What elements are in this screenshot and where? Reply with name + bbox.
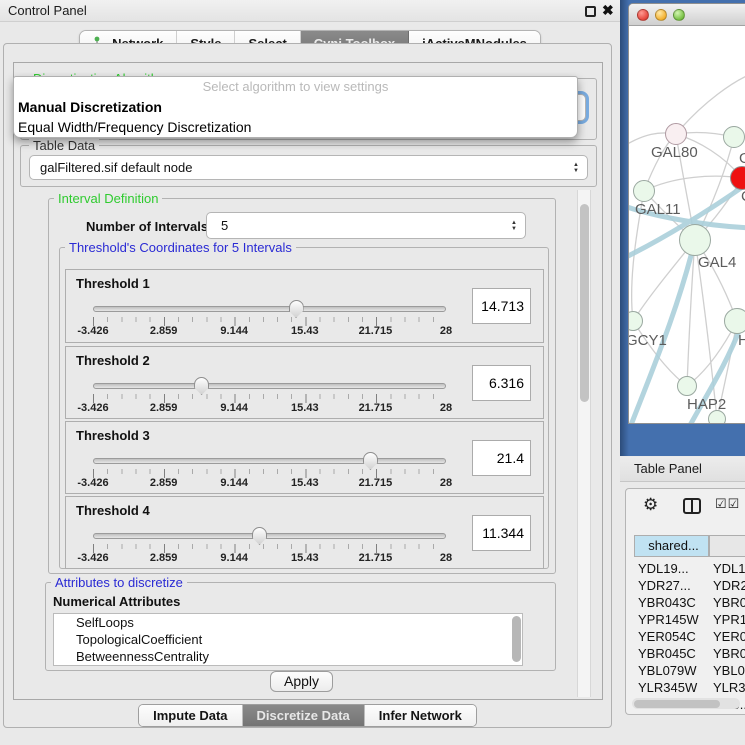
- node-table: shared... n... YDL19...YDL1... YDR27...Y…: [634, 535, 745, 713]
- tab-discretize-data[interactable]: Discretize Data: [243, 705, 365, 726]
- node-label: G: [739, 150, 745, 167]
- algorithm-dropdown-popup: Select algorithm to view settings Manual…: [13, 76, 578, 138]
- threshold-1-value-field[interactable]: 14.713: [472, 288, 531, 324]
- column-header-shared-name[interactable]: shared...: [634, 535, 709, 557]
- node-label: GCY1: [629, 332, 667, 349]
- combo-arrows-icon: ▲▼: [503, 220, 525, 232]
- threshold-4-slider-thumb[interactable]: [252, 527, 267, 545]
- threshold-2-slider[interactable]: [93, 383, 446, 389]
- table-row[interactable]: YLR345WYLR3...: [634, 679, 745, 696]
- numerical-attributes-list[interactable]: SelfLoops TopologicalCoefficient Between…: [53, 613, 523, 666]
- node-label: GAL11: [635, 201, 681, 218]
- network-window[interactable]: GAL80 G C GAL11 GAL4 GCY1 H HAP2: [628, 3, 745, 424]
- gear-icon[interactable]: ⚙: [643, 495, 658, 515]
- tab-impute-data[interactable]: Impute Data: [139, 705, 242, 726]
- select-columns-checkboxes-icon[interactable]: ☑☑: [715, 496, 740, 512]
- table-horizontal-scrollbar[interactable]: [632, 698, 740, 709]
- network-node-gal4[interactable]: [679, 224, 711, 256]
- list-item[interactable]: BetweennessCentrality: [54, 648, 522, 665]
- table-row[interactable]: YDR27...YDR2...: [634, 577, 745, 594]
- threshold-1-slider[interactable]: [93, 306, 446, 312]
- network-window-frame[interactable]: GAL80 G C GAL11 GAL4 GCY1 H HAP2: [620, 0, 745, 456]
- interval-definition-title: Interval Definition: [54, 191, 162, 206]
- table-data-title: Table Data: [29, 138, 99, 153]
- tab-infer-network[interactable]: Infer Network: [365, 705, 476, 726]
- table-row[interactable]: YDL19...YDL1...: [634, 560, 745, 577]
- network-node-hap2[interactable]: [677, 376, 697, 396]
- threshold-3-card: Threshold 3 -3.426 2.859 9.144 15.43 21.…: [65, 421, 544, 494]
- table-panel-body: ⚙ ☑☑ shared... n... YDL19...YDL1... YDR2…: [625, 488, 745, 715]
- threshold-1-card: Threshold 1 -3.426 2.859 9.144 15.43 21.…: [65, 269, 544, 343]
- table-horizontal-scrollbar-thumb[interactable]: [634, 700, 720, 708]
- table-row[interactable]: YBR045CYBR0...: [634, 645, 745, 662]
- network-node[interactable]: [723, 126, 745, 148]
- numerical-attributes-label: Numerical Attributes: [53, 594, 180, 609]
- apply-button[interactable]: Apply: [270, 671, 333, 692]
- column-header-name[interactable]: n...: [709, 535, 745, 557]
- dropdown-option-equal-width[interactable]: Equal Width/Frequency Discretization: [14, 117, 577, 137]
- network-window-titlebar[interactable]: [629, 4, 745, 26]
- threshold-2-card: Threshold 2 -3.426 2.859 9.144 15.43 21.…: [65, 346, 544, 419]
- panel-title: Control Panel: [8, 3, 87, 18]
- table-panel-title: Table Panel: [634, 461, 702, 476]
- list-item[interactable]: SelfLoops: [54, 614, 522, 631]
- close-icon[interactable]: ✖: [602, 2, 614, 19]
- minimize-traffic-light-icon[interactable]: [655, 9, 667, 21]
- threshold-4-card: Threshold 4 -3.426 2.859 9.144 15.43 21.…: [65, 496, 544, 569]
- table-panel-titlebar: Table Panel: [620, 457, 745, 482]
- num-intervals-label: Number of Intervals: [86, 219, 208, 234]
- node-label: GAL80: [651, 144, 698, 161]
- bottom-tab-bar: Impute Data Discretize Data Infer Networ…: [3, 704, 612, 727]
- zoom-traffic-light-icon[interactable]: [673, 9, 685, 21]
- interval-definition-group: Interval Definition Number of Intervals …: [48, 198, 556, 574]
- table-row[interactable]: YPR145WYPR1...: [634, 611, 745, 628]
- table-row[interactable]: YBR043CYBR0...: [634, 594, 745, 611]
- table-row[interactable]: YBL079WYBL0...: [634, 662, 745, 679]
- table-data-group: Table Data galFiltered.sif default node …: [20, 145, 597, 187]
- settings-scrollbar-thumb[interactable]: [580, 204, 589, 402]
- table-row[interactable]: YER054CYER0...: [634, 628, 745, 645]
- columns-icon[interactable]: [683, 498, 701, 514]
- float-icon[interactable]: [585, 6, 596, 17]
- threshold-4-slider[interactable]: [93, 533, 446, 539]
- attributes-group-title: Attributes to discretize: [51, 575, 187, 590]
- node-label: GAL4: [698, 254, 736, 271]
- node-label: HAP2: [687, 396, 726, 413]
- list-item[interactable]: TopologicalCoefficient: [54, 631, 522, 648]
- threshold-4-value-field[interactable]: 11.344: [472, 515, 531, 551]
- num-intervals-combobox[interactable]: 5 ▲▼: [206, 212, 526, 239]
- node-label: H: [738, 332, 745, 349]
- close-traffic-light-icon[interactable]: [637, 9, 649, 21]
- threshold-2-value-field[interactable]: 6.316: [472, 365, 531, 401]
- combo-arrows-icon: ▲▼: [565, 162, 587, 174]
- network-node-gal11[interactable]: [633, 180, 655, 202]
- network-node-h[interactable]: [724, 308, 745, 334]
- thresholds-group: Threshold's Coordinates for 5 Intervals …: [59, 247, 549, 569]
- table-panel-toolbar: ⚙ ☑☑: [626, 495, 745, 519]
- threshold-3-value-field[interactable]: 21.4: [472, 440, 531, 476]
- dropdown-option-manual[interactable]: Manual Discretization: [14, 97, 577, 117]
- table-header-row: shared... n...: [634, 535, 745, 557]
- table-data-combobox[interactable]: galFiltered.sif default node ▲▼: [29, 155, 588, 180]
- threshold-1-slider-thumb[interactable]: [289, 300, 304, 318]
- node-label: C: [741, 188, 745, 205]
- network-node-gal80[interactable]: [665, 123, 687, 145]
- dropdown-hint: Select algorithm to view settings: [14, 77, 577, 97]
- threshold-3-slider[interactable]: [93, 458, 446, 464]
- attributes-list-scrollbar[interactable]: [512, 616, 521, 662]
- network-canvas[interactable]: GAL80 G C GAL11 GAL4 GCY1 H HAP2: [629, 26, 745, 424]
- control-panel-titlebar: Control Panel ✖: [0, 0, 620, 22]
- thresholds-group-title: Threshold's Coordinates for 5 Intervals: [65, 240, 296, 255]
- threshold-3-slider-thumb[interactable]: [363, 452, 378, 470]
- settings-scrollbar[interactable]: [577, 190, 591, 697]
- threshold-2-slider-thumb[interactable]: [194, 377, 209, 395]
- attributes-group: Attributes to discretize Numerical Attri…: [45, 582, 556, 671]
